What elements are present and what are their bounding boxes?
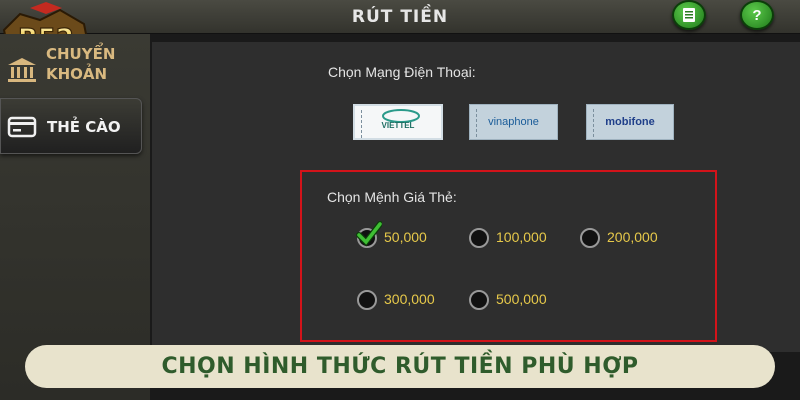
sidebar-item-transfer[interactable]: CHUYỂN KHOẢN (0, 42, 142, 98)
denomination-value: 100,000 (496, 229, 547, 245)
checkmark-icon (356, 221, 382, 247)
help-icon: ? (752, 6, 762, 24)
card-icon (7, 116, 37, 138)
radio-button[interactable] (357, 290, 377, 310)
denomination-value: 200,000 (607, 229, 658, 245)
sidebar-item-card[interactable]: THẺ CÀO (0, 98, 142, 154)
radio-button[interactable] (580, 228, 600, 248)
network-option-viettel[interactable]: VIETTEL (353, 104, 443, 140)
caption-banner: CHỌN HÌNH THỨC RÚT TIỀN PHÙ HỢP (25, 345, 775, 388)
network-label: Chọn Mạng Điện Thoại: (328, 64, 476, 80)
denomination-value: 300,000 (384, 291, 435, 307)
help-button[interactable]: ? (740, 0, 774, 30)
network-name: VIETTEL (381, 120, 415, 130)
denomination-label: Chọn Mệnh Giá Thẻ: (327, 189, 457, 205)
network-option-vinaphone[interactable]: vinaphone (469, 104, 558, 140)
sidebar-item-label: THẺ CÀO (47, 118, 121, 136)
caption-text: CHỌN HÌNH THỨC RÚT TIỀN PHÙ HỢP (161, 354, 639, 379)
denomination-value: 50,000 (384, 229, 427, 245)
top-bar: RÚT TIỀN ? (0, 0, 800, 34)
denomination-value: 500,000 (496, 291, 547, 307)
network-name: mobifone (605, 116, 655, 128)
radio-button[interactable] (469, 290, 489, 310)
list-icon (674, 2, 704, 28)
history-button[interactable] (672, 0, 706, 30)
radio-button[interactable] (469, 228, 489, 248)
network-option-mobifone[interactable]: mobifone (586, 104, 674, 140)
bank-icon (8, 58, 36, 82)
network-name: vinaphone (488, 116, 539, 128)
sidebar-item-label: CHUYỂN KHOẢN (46, 45, 116, 83)
